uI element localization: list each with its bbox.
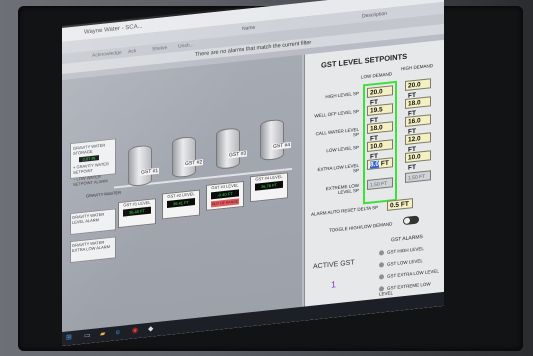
gst-alarms-title: GST ALARMS (391, 234, 423, 244)
gst-3-name: GST #3 (228, 150, 248, 159)
gst-3-out-of-range-badge: OUT OF RANGE (211, 198, 239, 208)
high-demand-extreme-low-input[interactable]: 1.50 FT (405, 170, 431, 183)
toggle-demand-label: TOGGLE HIGH/LOW DEMAND (329, 221, 393, 233)
alarm-indicator-icon (379, 250, 384, 256)
value: 8.0 (370, 160, 380, 169)
value: 1.50 (370, 181, 380, 189)
value: 0.5 (390, 201, 400, 210)
alarm-reset-delta-label: ALARM AUTO RESET DELTA SP (311, 204, 379, 217)
value: 12.0 (408, 135, 421, 144)
value: 10.0 (370, 142, 383, 151)
value: 18.0 (370, 124, 383, 133)
well-off-level-sp-label: WELL OFF LEVEL SP (314, 108, 359, 119)
unit: FT (400, 200, 409, 209)
gst-1-name: GST #1 (140, 167, 160, 176)
alarm-reset-delta-input[interactable]: 0.5 FT (387, 198, 413, 211)
unit: FT (408, 163, 416, 172)
high-demand-high-level-input[interactable]: 20.0 FT (405, 78, 431, 100)
shelve-button[interactable]: Shelve (152, 45, 167, 53)
gst-2-level-value: 36.41 FT (167, 198, 195, 208)
gst-4-level-box: GST #4 LEVEL 36.78 FT (250, 172, 288, 203)
alarm-label: GST HIGH LEVEL (387, 245, 424, 255)
gravity-storage-panel: GRAVITY WATER STORAGE 3.07 IN ● GRAVITY … (70, 138, 116, 187)
setpoints-title: GST LEVEL SETPOINTS (321, 51, 408, 70)
alarm-low-level: GST LOW LEVEL (379, 258, 423, 268)
gravity-storage-value: 3.07 IN (79, 155, 99, 163)
windows-start-icon[interactable]: ⊞ (66, 334, 74, 343)
gst-3-level-box: GST #3 LEVEL -0.40 FT OUT OF RANGE (206, 180, 244, 211)
toggle-demand-switch[interactable] (403, 215, 419, 226)
alarm-label: GST LOW LEVEL (387, 258, 423, 267)
value: 10.0 (408, 153, 421, 162)
gravity-storage-title: GRAVITY WATER STORAGE (73, 142, 106, 156)
window-controls[interactable]: –□✕ (406, 0, 438, 2)
alarm-indicator-icon (379, 274, 384, 280)
unit: FT (419, 173, 426, 181)
extra-low-level-sp-label: EXTRA LOW LEVEL SP (317, 162, 359, 174)
low-water-alarm-label: LOW WATER SETPOINT ALARM (73, 173, 108, 187)
gst-4-name: GST #4 (272, 141, 292, 150)
high-level-sp-label: HIGH LEVEL SP (325, 90, 359, 100)
gst-1-tank[interactable] (128, 144, 152, 188)
value: 20.0 (408, 81, 421, 90)
edge-browser-icon[interactable]: e (116, 328, 124, 337)
gst-1-level-value: 36.40 FT (123, 206, 151, 217)
gst-1-level-box: GST #1 LEVEL 36.40 FT (118, 198, 156, 229)
extreme-low-level-sp-label: EXTREME LOW LEVEL SP (325, 182, 359, 196)
value: 18.0 (408, 99, 421, 108)
gravity-level-alarm-box: GRAVITY WATER LEVEL ALARM (70, 208, 116, 236)
gravity-extra-low-box: GRAVITY WATER EXTRA LOW ALARM (70, 236, 116, 264)
alarm-extra-low-level: GST EXTRA LOW LEVEL (379, 268, 439, 280)
high-demand-header: HIGH DEMAND (401, 63, 434, 72)
value: 16.0 (408, 117, 421, 126)
value: 19.5 (370, 106, 383, 115)
name-column-header[interactable]: Name (242, 25, 255, 32)
call-water-level-sp-label: CALL WATER LEVEL SP (315, 126, 359, 138)
plant-overview: GRAVITY WATER STORAGE 3.07 IN ● GRAVITY … (62, 54, 302, 346)
high-demand-low-level-input[interactable]: 12.0 FT (405, 132, 431, 154)
low-water-alarm-item[interactable]: ● LOW WATER SETPOINT ALARM (73, 173, 113, 187)
hmi-screen: Wayne Water - SCA... –□✕ Name Descriptio… (62, 0, 444, 346)
file-explorer-icon[interactable]: ▰ (100, 330, 108, 339)
setpoints-panel: GST LEVEL SETPOINTS LOW DEMAND HIGH DEMA… (304, 39, 444, 321)
alarm-high-level: GST HIGH LEVEL (379, 246, 424, 256)
alarm-label: GST EXTRA LOW LEVEL (387, 268, 439, 279)
gst-2-level-box: GST #2 LEVEL 36.41 FT (162, 189, 200, 220)
unit: FT (380, 159, 389, 168)
gst-4-tank[interactable] (260, 118, 284, 162)
low-demand-header: LOW DEMAND (361, 71, 393, 80)
value: 1.50 (408, 174, 418, 182)
value: 20.0 (370, 88, 383, 97)
high-demand-well-off-input[interactable]: 18.0 FT (405, 96, 431, 118)
alarm-indicator-icon (379, 262, 384, 268)
description-column-header[interactable]: Description (362, 11, 387, 20)
high-demand-extra-low-input[interactable]: 10.0 FT (405, 150, 431, 172)
gst-3-tank[interactable] (216, 127, 240, 170)
app-icon[interactable]: ◉ (132, 327, 140, 336)
unit: FT (381, 180, 388, 188)
active-gst-value: 1 (331, 279, 337, 290)
gravity-master-label: GRAVITY MASTER (86, 189, 121, 199)
unshelve-button[interactable]: Unsh... (178, 42, 194, 50)
task-view-icon[interactable]: ▭ (84, 332, 92, 341)
active-gst-label: ACTIVE GST (313, 259, 355, 271)
gst-4-level-value: 36.78 FT (255, 180, 283, 191)
low-level-sp-label: LOW LEVEL SP (326, 144, 359, 154)
gst-2-name: GST #2 (184, 159, 204, 168)
high-demand-call-water-input[interactable]: 16.0 FT (405, 114, 431, 136)
app-icon-2[interactable]: ◆ (148, 325, 156, 334)
ack-button[interactable]: Ack (128, 48, 136, 55)
gst-2-tank[interactable] (172, 135, 196, 179)
